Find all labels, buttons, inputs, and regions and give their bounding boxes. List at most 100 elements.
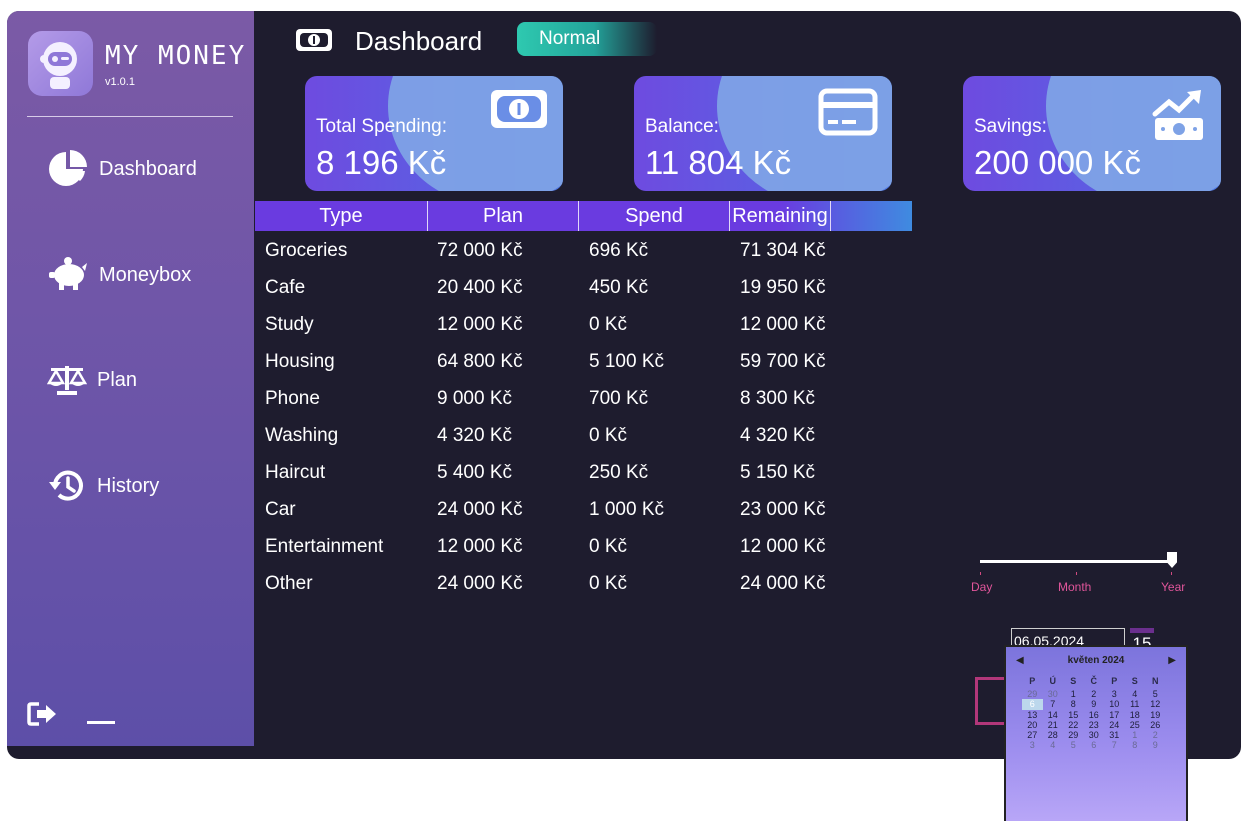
calendar-day[interactable]: 3 bbox=[1022, 740, 1043, 750]
calendar-day[interactable]: 15 bbox=[1063, 710, 1084, 720]
calendar-day[interactable]: 27 bbox=[1022, 730, 1043, 740]
calendar-day[interactable]: 30 bbox=[1043, 689, 1064, 699]
table-row[interactable]: Entertainment 12 000 Kč 0 Kč 12 000 Kč bbox=[255, 528, 912, 565]
calendar-day[interactable]: 7 bbox=[1104, 740, 1125, 750]
calendar-day[interactable]: 9 bbox=[1084, 699, 1105, 709]
table-row[interactable]: Groceries 72 000 Kč 696 Kč 71 304 Kč bbox=[255, 232, 912, 269]
table-row[interactable]: Cafe 20 400 Kč 450 Kč 19 950 Kč bbox=[255, 269, 912, 306]
calendar-day[interactable]: 26 bbox=[1145, 720, 1166, 730]
table-cell-type: Haircut bbox=[265, 462, 326, 483]
calendar-day[interactable]: 1 bbox=[1063, 689, 1084, 699]
table-row[interactable]: Phone 9 000 Kč 700 Kč 8 300 Kč bbox=[255, 380, 912, 417]
calendar-day[interactable]: 12 bbox=[1145, 699, 1166, 709]
calendar-day[interactable]: 20 bbox=[1022, 720, 1043, 730]
calendar-day[interactable]: 14 bbox=[1043, 710, 1064, 720]
calendar-day[interactable]: 6 bbox=[1022, 699, 1043, 710]
calendar-day[interactable]: 31 bbox=[1104, 730, 1125, 740]
calendar-day[interactable]: 21 bbox=[1043, 720, 1064, 730]
calendar-day[interactable]: 30 bbox=[1084, 730, 1105, 740]
table-cell-plan: 64 800 Kč bbox=[437, 351, 523, 372]
sidebar-item-plan[interactable]: Plan bbox=[47, 363, 137, 397]
table-cell-type: Housing bbox=[265, 351, 335, 372]
calendar-day[interactable]: 6 bbox=[1084, 740, 1105, 750]
column-header-plan[interactable]: Plan bbox=[428, 201, 578, 231]
column-header-spend[interactable]: Spend bbox=[579, 201, 729, 231]
calendar-day[interactable]: 28 bbox=[1043, 730, 1064, 740]
column-header-type[interactable]: Type bbox=[255, 201, 427, 231]
table-row[interactable]: Study 12 000 Kč 0 Kč 12 000 Kč bbox=[255, 306, 912, 343]
sidebar-item-dashboard[interactable]: Dashboard bbox=[47, 148, 197, 190]
table-cell-plan: 72 000 Kč bbox=[437, 240, 523, 261]
minimize-icon[interactable] bbox=[87, 721, 115, 724]
calendar-day[interactable]: 5 bbox=[1063, 740, 1084, 750]
table-cell-plan: 12 000 Kč bbox=[437, 536, 523, 557]
sidebar-item-label: Dashboard bbox=[99, 157, 197, 180]
savings-growth-icon bbox=[1151, 88, 1207, 149]
calendar-weekday: Ú bbox=[1049, 676, 1057, 686]
table-cell-spend: 0 Kč bbox=[589, 573, 628, 594]
table-cell-spend: 5 100 Kč bbox=[589, 351, 664, 372]
calendar-day[interactable]: 2 bbox=[1145, 730, 1166, 740]
calendar-day[interactable]: 13 bbox=[1022, 710, 1043, 720]
calendar-day[interactable]: 25 bbox=[1125, 720, 1146, 730]
calendar-day[interactable]: 22 bbox=[1063, 720, 1084, 730]
table-row[interactable]: Haircut 5 400 Kč 250 Kč 5 150 Kč bbox=[255, 454, 912, 491]
table-cell-type: Car bbox=[265, 499, 296, 520]
calendar-day[interactable]: 11 bbox=[1125, 699, 1146, 709]
calendar-day[interactable]: 16 bbox=[1084, 710, 1105, 720]
history-icon bbox=[49, 470, 83, 501]
total-spending-card: Total Spending: 8 196 Kč bbox=[305, 76, 563, 191]
calendar-day[interactable]: 4 bbox=[1043, 740, 1064, 750]
mode-badge[interactable]: Normal bbox=[517, 22, 657, 56]
next-month-arrow-icon[interactable]: ▶ bbox=[1168, 655, 1176, 666]
sidebar-item-moneybox[interactable]: Moneybox bbox=[47, 257, 191, 293]
calendar-day[interactable]: 3 bbox=[1104, 689, 1125, 699]
table-cell-plan: 12 000 Kč bbox=[437, 314, 523, 335]
table-cell-spend: 1 000 Kč bbox=[589, 499, 664, 520]
calendar-day[interactable]: 29 bbox=[1063, 730, 1084, 740]
calendar-day[interactable]: 29 bbox=[1022, 689, 1043, 699]
pie-chart-icon bbox=[49, 150, 87, 186]
card-value: 8 196 Kč bbox=[316, 144, 447, 181]
slider-label-day: Day bbox=[971, 580, 993, 594]
table-cell-remaining: 24 000 Kč bbox=[740, 573, 826, 594]
calendar-day[interactable]: 9 bbox=[1145, 740, 1166, 750]
period-slider-thumb[interactable] bbox=[1167, 552, 1177, 568]
calendar-day[interactable]: 1 bbox=[1125, 730, 1146, 740]
piggy-bank-icon bbox=[49, 257, 87, 290]
calendar-day[interactable]: 23 bbox=[1084, 720, 1105, 730]
table-row[interactable]: Washing 4 320 Kč 0 Kč 4 320 Kč bbox=[255, 417, 912, 454]
table-row[interactable]: Car 24 000 Kč 1 000 Kč 23 000 Kč bbox=[255, 491, 912, 528]
calendar-day[interactable]: 8 bbox=[1125, 740, 1146, 750]
card-value: 11 804 Kč bbox=[645, 144, 792, 181]
table-cell-type: Cafe bbox=[265, 277, 306, 298]
table-row[interactable]: Housing 64 800 Kč 5 100 Kč 59 700 Kč bbox=[255, 343, 912, 380]
calendar-day[interactable]: 24 bbox=[1104, 720, 1125, 730]
logout-icon bbox=[27, 702, 56, 726]
calendar-month-title[interactable]: květen 2024 bbox=[1068, 655, 1125, 666]
table-cell-spend: 0 Kč bbox=[589, 425, 628, 446]
prev-month-arrow-icon[interactable]: ◀ bbox=[1016, 655, 1024, 666]
table-cell-spend: 700 Kč bbox=[589, 388, 649, 409]
calendar-day[interactable]: 2 bbox=[1084, 689, 1105, 699]
table-row[interactable]: Other 24 000 Kč 0 Kč 24 000 Kč bbox=[255, 565, 912, 602]
calendar-day[interactable]: 7 bbox=[1043, 699, 1064, 709]
sidebar: MY MONEY v1.0.1 Dashboard Moneybox Plan … bbox=[7, 11, 254, 746]
column-header-remaining[interactable]: Remaining bbox=[730, 201, 830, 231]
card-value: 200 000 Kč bbox=[974, 144, 1141, 181]
calendar-day[interactable]: 10 bbox=[1104, 699, 1125, 709]
calendar-weekday: N bbox=[1152, 676, 1159, 686]
calendar-day[interactable]: 18 bbox=[1125, 710, 1146, 720]
table-cell-spend: 0 Kč bbox=[589, 314, 628, 335]
period-slider-track[interactable] bbox=[980, 560, 1172, 563]
logout-button[interactable] bbox=[27, 701, 59, 727]
calendar-day[interactable]: 17 bbox=[1104, 710, 1125, 720]
calendar-day[interactable]: 5 bbox=[1145, 689, 1166, 699]
sidebar-item-history[interactable]: History bbox=[47, 468, 159, 504]
calendar-day[interactable]: 8 bbox=[1063, 699, 1084, 709]
banknote-icon bbox=[489, 88, 549, 135]
calendar-day[interactable]: 4 bbox=[1125, 689, 1146, 699]
table-cell-plan: 24 000 Kč bbox=[437, 573, 523, 594]
calendar-day[interactable]: 19 bbox=[1145, 710, 1166, 720]
table-header: Type Plan Spend Remaining bbox=[255, 201, 912, 231]
